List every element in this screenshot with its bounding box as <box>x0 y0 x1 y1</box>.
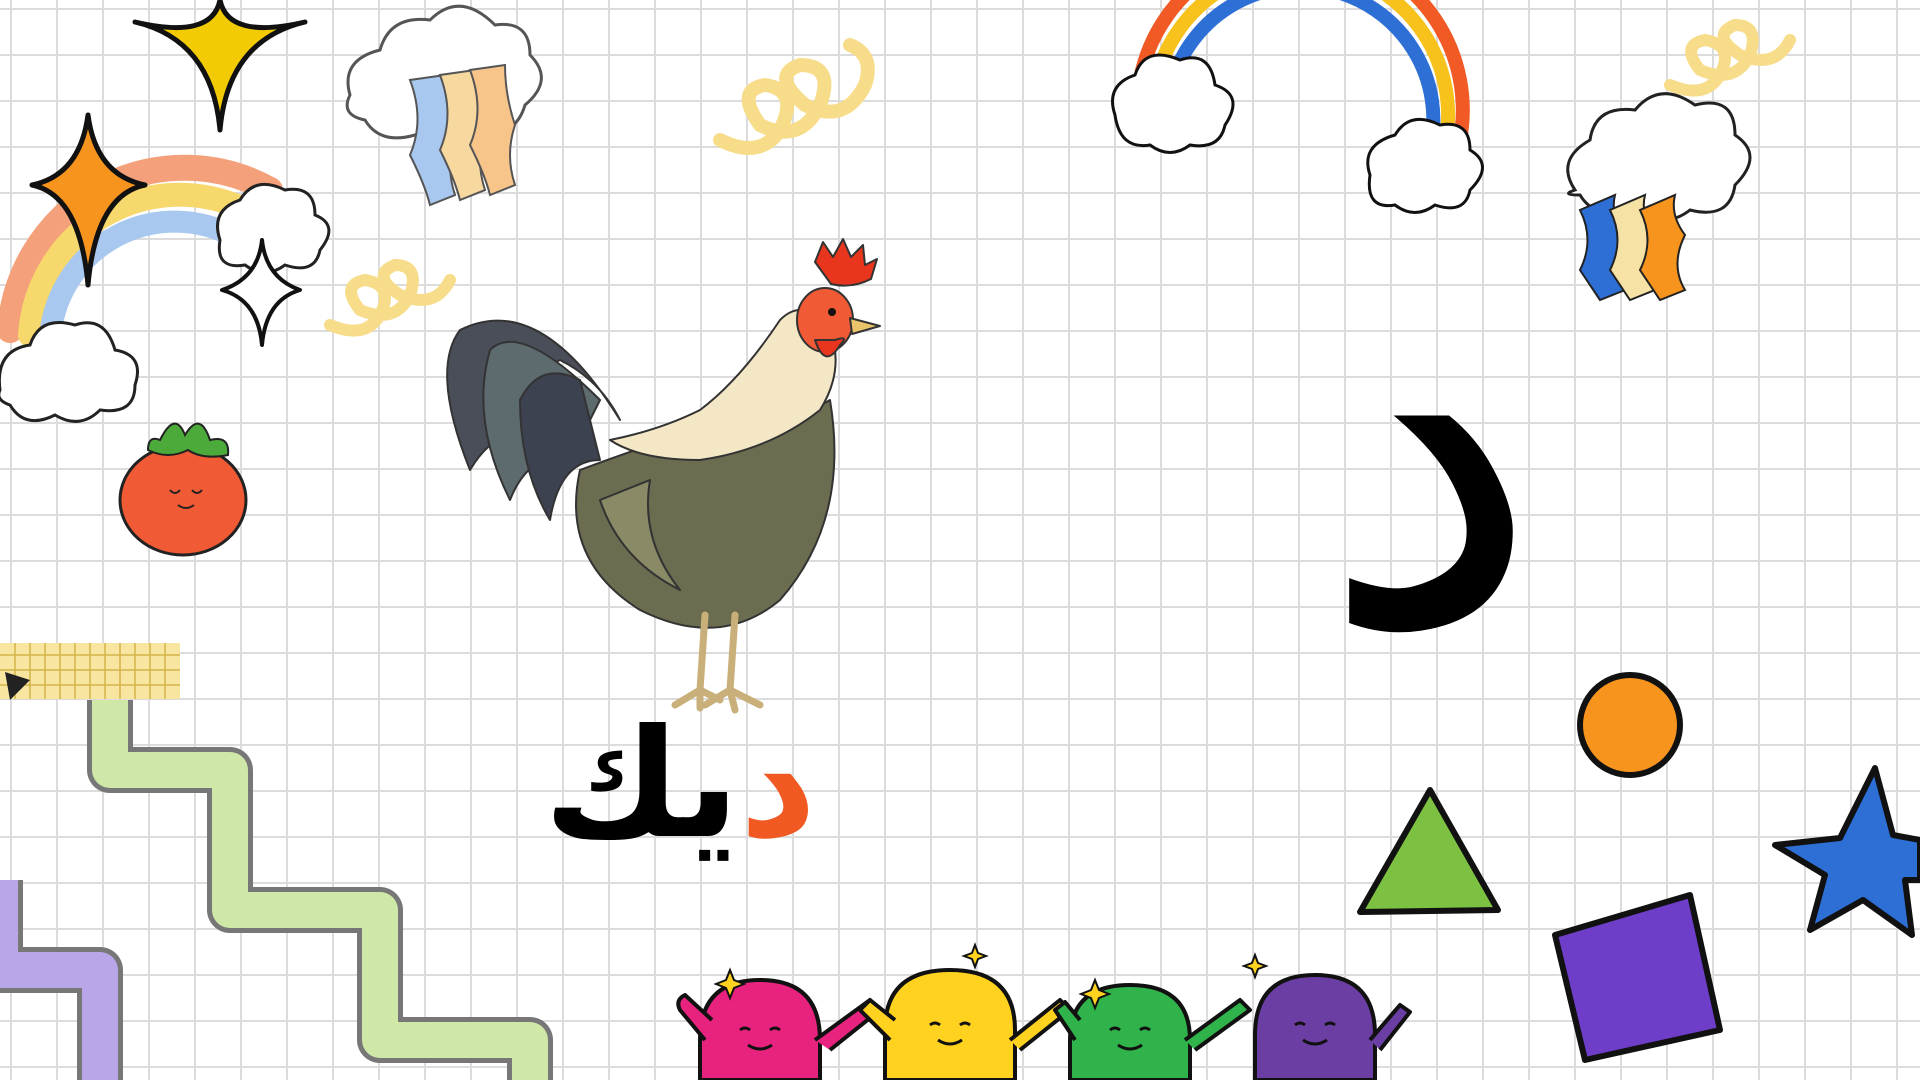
grid-tape-icon <box>0 643 180 700</box>
word-remaining-letters: يك <box>543 698 740 872</box>
cloud-rain-icon <box>345 4 543 207</box>
spiral-squiggle-icon <box>713 38 875 155</box>
purple-square-icon <box>1552 892 1723 1063</box>
example-word: د يك <box>400 700 960 870</box>
featured-letter: د <box>1318 159 1542 741</box>
word-highlighted-letter: د <box>739 698 817 872</box>
sparkle-star-icon <box>132 0 308 133</box>
tomato-icon <box>118 422 248 557</box>
green-triangle-icon <box>1357 787 1501 915</box>
decoration-layer <box>0 0 1920 1080</box>
spiral-squiggle-icon <box>324 258 456 337</box>
blue-star-icon <box>1772 765 1920 938</box>
spiral-squiggle-icon <box>1664 18 1796 97</box>
rooster-illustration <box>446 238 881 714</box>
smiling-characters-icon <box>676 968 1412 1080</box>
